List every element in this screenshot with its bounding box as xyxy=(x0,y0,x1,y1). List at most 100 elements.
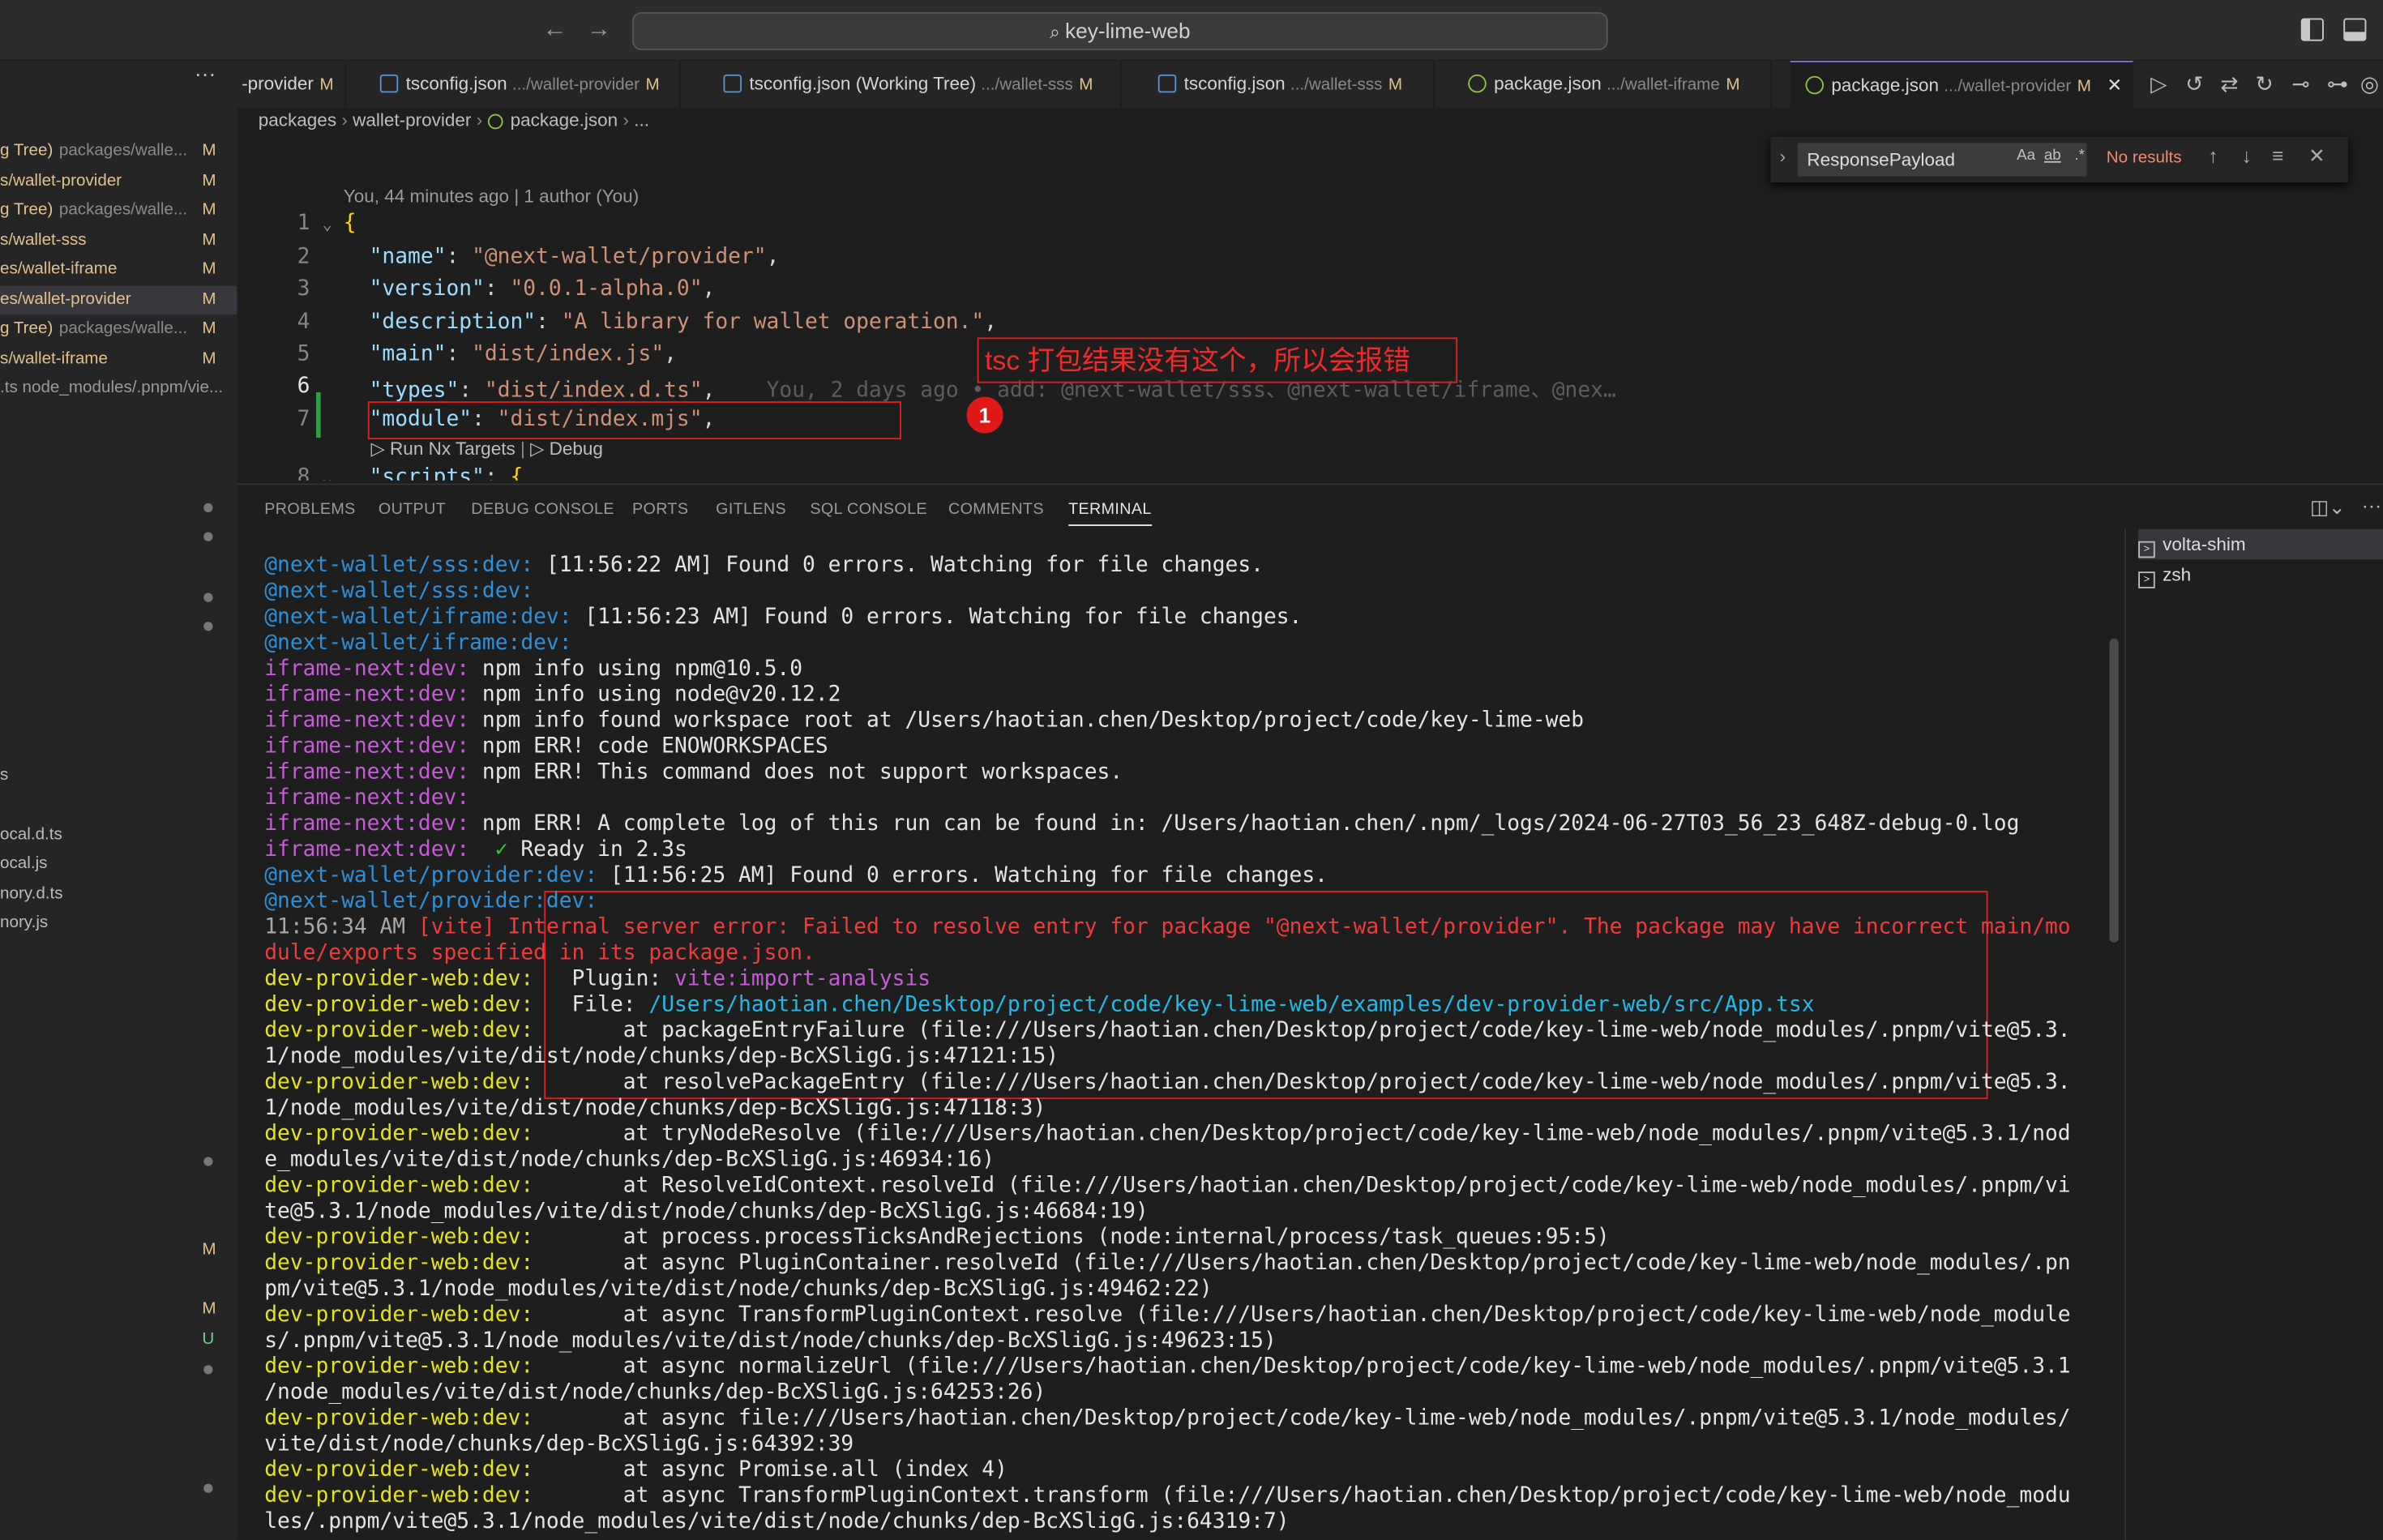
tab-tsconfig-sss[interactable]: tsconfig.json .../wallet-sss M xyxy=(1137,61,1435,109)
tab-debug-console[interactable]: DEBUG CONSOLE xyxy=(471,500,614,519)
terminal-scrollbar[interactable] xyxy=(2109,638,2119,943)
terminal-text: @next-wallet/iframe:dev: xyxy=(264,631,572,656)
terminal-text: at ResolveIdContext.resolveId (file:///U… xyxy=(545,1173,2071,1198)
toggle-replace-icon[interactable]: › xyxy=(1780,146,1786,167)
terminal-session-zsh[interactable]: > zsh xyxy=(2138,559,2383,590)
git-status-badge: M xyxy=(202,171,216,190)
run-icon[interactable]: ▷ xyxy=(2150,71,2167,97)
tab-ports[interactable]: PORTS xyxy=(632,500,688,519)
git-compare-icon[interactable]: ⊶ xyxy=(2327,71,2348,97)
git-gutter-added xyxy=(316,391,321,438)
changed-file-item[interactable]: g Tree) packages/walle... M xyxy=(0,137,237,166)
git-status-badge: M xyxy=(202,349,216,367)
file-memory-js[interactable]: nory.js xyxy=(0,913,48,932)
file-local-js[interactable]: ocal.js xyxy=(0,854,47,873)
terminal-text: at async Promise.all (index 4) xyxy=(545,1457,1008,1482)
git-commit-icon[interactable]: ⊸ xyxy=(2292,71,2310,97)
more-actions-icon[interactable]: ··· xyxy=(2362,494,2381,517)
terminal-text: dev-provider-web:dev: xyxy=(264,1122,546,1147)
terminal-text: /Users/haotian.chen/Desktop/project/code… xyxy=(648,992,1815,1017)
terminal-line: dev-provider-web:dev: at async Promise.a… xyxy=(264,1458,2112,1484)
tab-comments[interactable]: COMMENTS xyxy=(948,500,1044,519)
regex-toggle[interactable]: .* xyxy=(2074,148,2085,165)
tab-output[interactable]: OUTPUT xyxy=(379,500,446,519)
fold-chevron-icon[interactable]: ⌄ xyxy=(323,214,332,233)
tab-gitlens[interactable]: GITLENS xyxy=(716,500,786,519)
file-memory-d-ts[interactable]: nory.d.ts xyxy=(0,885,63,904)
changed-file-label: s/wallet-provider xyxy=(0,171,122,190)
code-line: "main": "dist/index.js", xyxy=(369,342,677,367)
changed-file-item[interactable]: es/wallet-iframe M xyxy=(0,255,237,284)
terminal-line: iframe-next:dev: xyxy=(264,786,2112,812)
find-in-selection-icon[interactable]: ≡ xyxy=(2272,144,2283,167)
match-case-toggle[interactable]: Aa xyxy=(2017,148,2035,165)
terminal-text: dev-provider-web:dev: xyxy=(264,1173,546,1198)
typescript-config-icon xyxy=(1157,74,1177,93)
terminal-text: dev-provider-web:dev: xyxy=(264,1457,546,1482)
fold-chevron-icon[interactable]: ⌄ xyxy=(323,468,332,481)
changed-file-item[interactable]: g Tree) packages/walle... M xyxy=(0,314,237,344)
find-results-count: No results xyxy=(2106,148,2182,168)
terminal-line: pm/vite@5.3.1/node_modules/vite/dist/nod… xyxy=(264,1277,2112,1303)
terminal-line: dule/exports specified in its package.js… xyxy=(264,941,2112,967)
tab-package-iframe[interactable]: package.json .../wallet-iframe M xyxy=(1450,61,1773,109)
terminal-line: iframe-next:dev: npm info found workspac… xyxy=(264,708,2112,734)
file-local-d-ts[interactable]: ocal.d.ts xyxy=(0,825,62,844)
run-nx-targets-link[interactable]: ▷ Run Nx Targets xyxy=(371,438,516,459)
tab-terminal[interactable]: TERMINAL xyxy=(1068,500,1152,526)
changed-file-item[interactable]: s/wallet-sss M xyxy=(0,226,237,255)
debug-link[interactable]: ▷ Debug xyxy=(530,438,603,459)
file-name[interactable]: s xyxy=(0,766,8,785)
toggle-sidebar-icon[interactable] xyxy=(2300,18,2324,41)
more-actions-icon[interactable]: ··· xyxy=(195,61,216,85)
back-arrow-icon[interactable]: ← xyxy=(542,17,567,45)
tab-sql-console[interactable]: SQL CONSOLE xyxy=(810,500,927,519)
breadcrumb-symbol[interactable]: ... xyxy=(634,109,649,130)
tab-tsconfig-working-tree[interactable]: tsconfig.json (Working Tree) .../wallet-… xyxy=(702,61,1122,109)
tab-wallet-provider-truncated[interactable]: -provider M xyxy=(237,61,347,109)
toggle-panel-icon[interactable] xyxy=(2343,18,2367,41)
code-line: "scripts": { xyxy=(369,464,524,481)
timeline-icon[interactable]: ↺ xyxy=(2185,71,2203,97)
terminal-text: iframe-next:dev: xyxy=(264,708,482,734)
tab-problems[interactable]: PROBLEMS xyxy=(264,500,355,519)
breadcrumb-wallet-provider[interactable]: wallet-provider xyxy=(353,109,471,130)
typescript-config-icon xyxy=(379,74,399,93)
terminal-line: dev-provider-web:dev: at resolvePackageE… xyxy=(264,1070,2112,1096)
terminal-session-volta-shim[interactable]: > volta-shim xyxy=(2138,528,2383,560)
breadcrumb-package-json[interactable]: package.json xyxy=(511,109,618,130)
terminal-output[interactable]: @next-wallet/sss:dev: [11:56:22 AM] Foun… xyxy=(264,554,2112,1540)
terminal-text: dule/exports specified in its package.js… xyxy=(264,940,815,966)
match-word-toggle[interactable]: ab xyxy=(2044,148,2061,165)
source-control-icon[interactable]: ◎ xyxy=(2360,71,2379,97)
changed-file-item[interactable]: es/wallet-provider M xyxy=(0,284,237,314)
changed-file-name: g Tree) xyxy=(0,200,53,220)
terminal-line: iframe-next:dev: npm ERR! code ENOWORKSP… xyxy=(264,734,2112,760)
next-match-icon[interactable]: ↓ xyxy=(2242,144,2252,167)
node-modules-item[interactable]: .ts node_modules/.pnpm/vie... xyxy=(0,379,223,397)
changed-file-name: g Tree) xyxy=(0,141,53,160)
previous-match-icon[interactable]: ↑ xyxy=(2208,144,2218,167)
tab-package-provider[interactable]: package.json .../wallet-provider M ✕ xyxy=(1790,61,2134,109)
changed-file-item[interactable]: g Tree) packages/walle... M xyxy=(0,196,237,225)
close-icon[interactable]: ✕ xyxy=(2308,144,2325,169)
git-status-badge: M xyxy=(202,200,216,220)
forward-arrow-icon[interactable]: → xyxy=(587,17,611,45)
breadcrumb-packages[interactable]: packages xyxy=(259,109,336,130)
command-center-label: key-lime-web xyxy=(1064,18,1191,43)
status-dot-icon xyxy=(203,1483,213,1493)
changed-file-item[interactable]: s/wallet-provider M xyxy=(0,166,237,195)
editor-tabs: -provider M tsconfig.json .../wallet-prov… xyxy=(237,61,2383,109)
tab-tsconfig-provider[interactable]: tsconfig.json .../wallet-provider M xyxy=(359,61,681,109)
close-icon[interactable]: ✕ xyxy=(2107,75,2122,96)
command-center-search[interactable]: ⌕ key-lime-web xyxy=(632,12,1608,50)
terminal-text: ✓ xyxy=(494,837,521,862)
split-terminal-icon[interactable]: ◫⌄ xyxy=(2310,495,2345,520)
compare-changes-icon[interactable]: ⇄ xyxy=(2220,71,2238,97)
terminal-line: @next-wallet/provider:dev: [11:56:25 AM]… xyxy=(264,863,2112,889)
status-dot-icon xyxy=(203,622,213,631)
open-changes-icon[interactable]: ↻ xyxy=(2256,71,2274,97)
changed-file-item[interactable]: s/wallet-iframe M xyxy=(0,344,237,374)
status-dot-icon xyxy=(203,532,213,541)
status-dot-icon xyxy=(203,1157,213,1166)
